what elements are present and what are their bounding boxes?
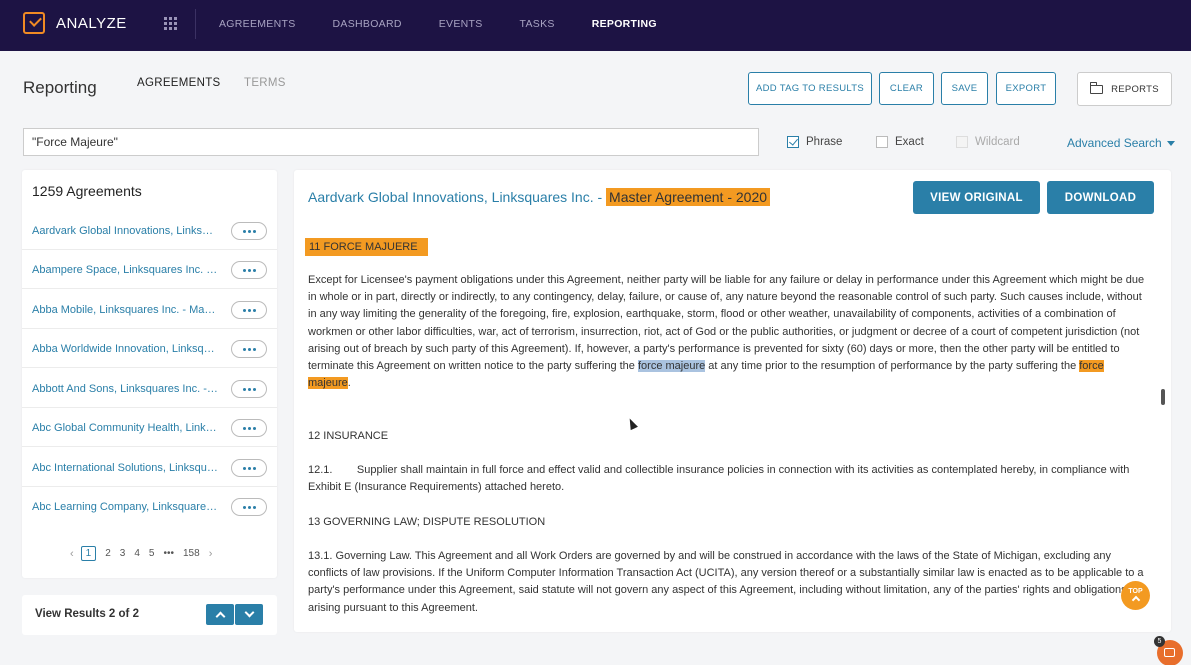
list-item[interactable]: Abc Learning Company, Linksquares Inc. [22, 487, 277, 526]
page-link[interactable]: 3 [120, 548, 126, 559]
more-options-button[interactable] [231, 380, 267, 398]
previous-result-button[interactable] [206, 604, 234, 625]
page-title: Reporting [23, 78, 97, 97]
list-item[interactable]: Abba Worldwide Innovation, Linksquares I… [22, 329, 277, 368]
nav-item-reporting[interactable]: REPORTING [592, 18, 657, 30]
nav-item-agreements[interactable]: AGREEMENTS [219, 18, 296, 30]
reports-button[interactable]: REPORTS [1077, 72, 1172, 106]
document-viewer: Aardvark Global Innovations, Linksquares… [294, 170, 1171, 632]
section-11-text-b: at any time prior to the resumption of p… [705, 360, 1080, 373]
more-options-button[interactable] [231, 498, 267, 516]
more-options-button[interactable] [231, 340, 267, 358]
page-link[interactable]: 5 [149, 548, 155, 559]
chevron-down-icon [244, 607, 254, 618]
tab-terms[interactable]: TERMS [244, 77, 286, 89]
section-12-1-text: 12.1. Supplier shall maintain in full fo… [308, 464, 1133, 494]
section-13-heading: 13 GOVERNING LAW; DISPUTE RESOLUTION [308, 516, 546, 528]
nav-divider [195, 9, 196, 39]
phrase-checkbox[interactable] [787, 136, 799, 148]
agreement-link[interactable]: Abc International Solutions, Linksquares… [32, 462, 219, 474]
wildcard-option: Wildcard [956, 136, 1020, 148]
reports-button-label: REPORTS [1111, 83, 1159, 95]
top-label: TOP [1128, 588, 1143, 595]
section-11-text-a: Except for Licensee's payment obligation… [308, 274, 1145, 373]
tab-agreements[interactable]: AGREEMENTS [137, 77, 221, 89]
section-11-text: Except for Licensee's payment obligation… [308, 272, 1148, 392]
agreement-link[interactable]: Aardvark Global Innovations, Linksquares… [32, 225, 219, 237]
app-grid-icon[interactable] [164, 17, 177, 30]
export-button[interactable]: EXPORT [996, 72, 1056, 105]
app-logo-icon[interactable] [23, 12, 45, 34]
wildcard-label: Wildcard [975, 136, 1020, 148]
clear-button[interactable]: CLEAR [879, 72, 934, 105]
agreement-link[interactable]: Abc Learning Company, Linksquares Inc. [32, 501, 219, 513]
agreement-link[interactable]: Abba Mobile, Linksquares Inc. - Master A… [32, 304, 219, 316]
page-link[interactable]: 2 [105, 548, 111, 559]
view-results-bar: View Results 2 of 2 [22, 595, 277, 635]
search-input[interactable] [23, 128, 759, 156]
advanced-search-dropdown[interactable]: Advanced Search [1067, 136, 1175, 150]
agreement-link[interactable]: Abba Worldwide Innovation, Linksquares I… [32, 343, 219, 355]
phrase-label: Phrase [806, 136, 843, 148]
nav-item-dashboard[interactable]: DASHBOARD [333, 18, 402, 30]
chevron-up-icon [215, 611, 225, 622]
list-item[interactable]: Abampere Space, Linksquares Inc. - Maste… [22, 250, 277, 289]
section-11-text-c: . [347, 377, 351, 390]
list-item[interactable]: Abc International Solutions, Linksquares… [22, 448, 277, 487]
nav-item-events[interactable]: EVENTS [439, 18, 483, 30]
more-options-button[interactable] [231, 222, 267, 240]
nav-item-tasks[interactable]: TASKS [520, 18, 555, 30]
scrollbar-thumb[interactable] [1161, 389, 1165, 405]
list-item[interactable]: Abc Global Community Health, Linksquares… [22, 408, 277, 447]
view-results-label: View Results 2 of 2 [35, 608, 139, 620]
document-title[interactable]: Aardvark Global Innovations, Linksquares… [308, 188, 771, 206]
agreement-link[interactable]: Abampere Space, Linksquares Inc. - Maste… [32, 264, 219, 276]
agreement-link[interactable]: Abbott And Sons, Linksquares Inc. - Mast… [32, 383, 219, 395]
results-list-panel: 1259 Agreements Aardvark Global Innovati… [22, 170, 277, 578]
section-12-heading: 12 INSURANCE [308, 430, 389, 442]
more-options-button[interactable] [231, 301, 267, 319]
section-13-1-text: 13.1. Governing Law. This Agreement and … [308, 550, 1144, 614]
document-title-highlight: Master Agreement - 2020 [606, 188, 771, 206]
page-link[interactable]: 4 [134, 548, 140, 559]
agreement-link[interactable]: Abc Global Community Health, Linksquares… [32, 422, 219, 434]
list-item[interactable]: Aardvark Global Innovations, Linksquares… [22, 211, 277, 250]
top-navbar: ANALYZE AGREEMENTS DASHBOARD EVENTS TASK… [0, 0, 1191, 51]
phrase-option[interactable]: Phrase [787, 136, 842, 148]
exact-label: Exact [895, 136, 924, 148]
page-link-current[interactable]: 1 [80, 546, 97, 561]
folder-icon [1089, 81, 1104, 94]
add-tag-to-results-button[interactable]: ADD TAG TO RESULTS [748, 72, 872, 105]
more-options-button[interactable] [231, 419, 267, 437]
more-options-button[interactable] [231, 459, 267, 477]
search-match-highlight: force majeure [637, 360, 706, 373]
exact-option[interactable]: Exact [876, 136, 924, 148]
document-title-text: Aardvark Global Innovations, Linksquares… [308, 189, 607, 205]
chevron-up-icon [1131, 595, 1140, 605]
list-item[interactable]: Abbott And Sons, Linksquares Inc. - Mast… [22, 369, 277, 408]
page-ellipsis: ••• [163, 548, 174, 559]
list-item[interactable]: Abba Mobile, Linksquares Inc. - Master A… [22, 290, 277, 329]
app-name[interactable]: ANALYZE [56, 15, 127, 32]
notification-badge: 5 [1154, 636, 1165, 647]
pagination: ‹ 1 2 3 4 5 ••• 158 › [70, 546, 219, 561]
page-link[interactable]: 158 [183, 548, 200, 559]
exact-checkbox[interactable] [876, 136, 888, 148]
advanced-search-label: Advanced Search [1067, 136, 1162, 150]
chat-icon [1164, 648, 1175, 657]
next-result-button[interactable] [235, 604, 263, 625]
wildcard-checkbox [956, 136, 968, 148]
pagination-prev[interactable]: ‹ [70, 548, 74, 560]
results-count: 1259 Agreements [32, 183, 142, 199]
main-nav: AGREEMENTS DASHBOARD EVENTS TASKS REPORT… [219, 18, 694, 30]
more-options-button[interactable] [231, 261, 267, 279]
download-button[interactable]: DOWNLOAD [1047, 181, 1154, 214]
caret-down-icon [1166, 140, 1175, 146]
section-11-heading: 11 FORCE MAJUERE [305, 238, 428, 256]
scroll-to-top-button[interactable]: TOP [1121, 581, 1150, 610]
view-original-button[interactable]: VIEW ORIGINAL [913, 181, 1040, 214]
save-button[interactable]: SAVE [941, 72, 988, 105]
pagination-next[interactable]: › [209, 548, 213, 560]
